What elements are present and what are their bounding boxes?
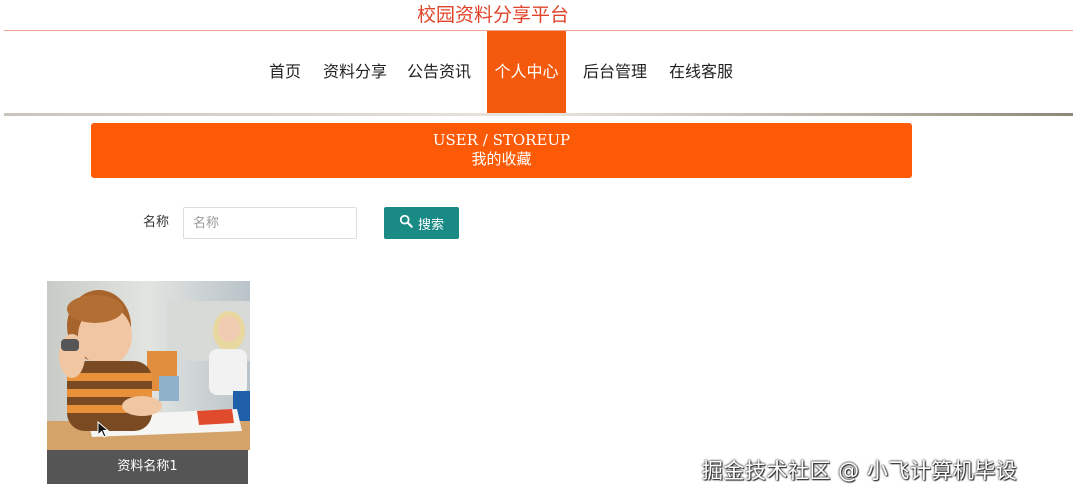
nav-item-admin[interactable]: 后台管理 <box>576 31 654 113</box>
search-button-label: 搜索 <box>417 217 444 233</box>
search-label: 名称 <box>143 215 170 230</box>
site-title: 校园资料分享平台 <box>416 4 569 26</box>
nav-item-personal-center[interactable]: 个人中心 <box>487 31 566 113</box>
nav-divider <box>4 113 1073 116</box>
mouse-cursor-icon <box>97 421 109 438</box>
card-caption[interactable]: 资料名称1 <box>47 450 248 484</box>
nav-item-home[interactable]: 首页 <box>262 31 308 113</box>
banner-subtitle: USER / STOREUP <box>432 131 571 149</box>
search-button[interactable]: 搜索 <box>384 207 459 239</box>
page-banner: USER / STOREUP 我的收藏 <box>91 123 912 178</box>
main-nav: 首页 资料分享 公告资讯 个人中心 后台管理 在线客服 <box>0 31 1081 113</box>
search-input[interactable] <box>183 207 357 239</box>
favorite-card[interactable]: 资料名称1 <box>47 281 250 484</box>
nav-item-online-service[interactable]: 在线客服 <box>662 31 740 113</box>
search-icon <box>399 214 413 232</box>
card-image[interactable] <box>47 281 250 450</box>
banner-title: 我的收藏 <box>471 150 532 168</box>
nav-item-announcements[interactable]: 公告资讯 <box>400 31 478 113</box>
nav-item-resource-share[interactable]: 资料分享 <box>316 31 394 113</box>
watermark: 掘金技术社区 @ 小飞计算机毕设 <box>702 459 1018 483</box>
